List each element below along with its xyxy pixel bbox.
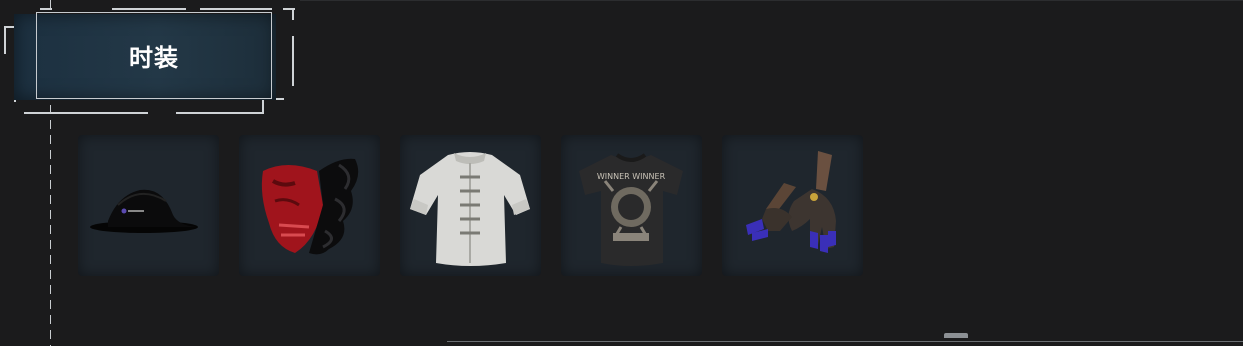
hat-icon [90, 189, 198, 233]
mask-icon [261, 158, 359, 255]
costume-screen: 时装 WINNER WINNER [0, 0, 1243, 346]
shirt-icon [410, 152, 530, 266]
tshirt-item[interactable]: WINNER WINNER [561, 135, 702, 276]
hat-item[interactable] [78, 135, 219, 276]
panel-title: 时装 [129, 44, 179, 72]
gloves-icon [746, 151, 836, 253]
mask-item[interactable] [239, 135, 380, 276]
header-divider [300, 0, 1243, 1]
bottom-divider [447, 341, 1243, 342]
shirt-item[interactable] [400, 135, 541, 276]
tshirt-icon: WINNER WINNER [579, 153, 683, 266]
tshirt-print-text: WINNER WINNER [597, 172, 666, 181]
page-indicator[interactable] [944, 333, 968, 338]
gloves-item[interactable] [722, 135, 863, 276]
